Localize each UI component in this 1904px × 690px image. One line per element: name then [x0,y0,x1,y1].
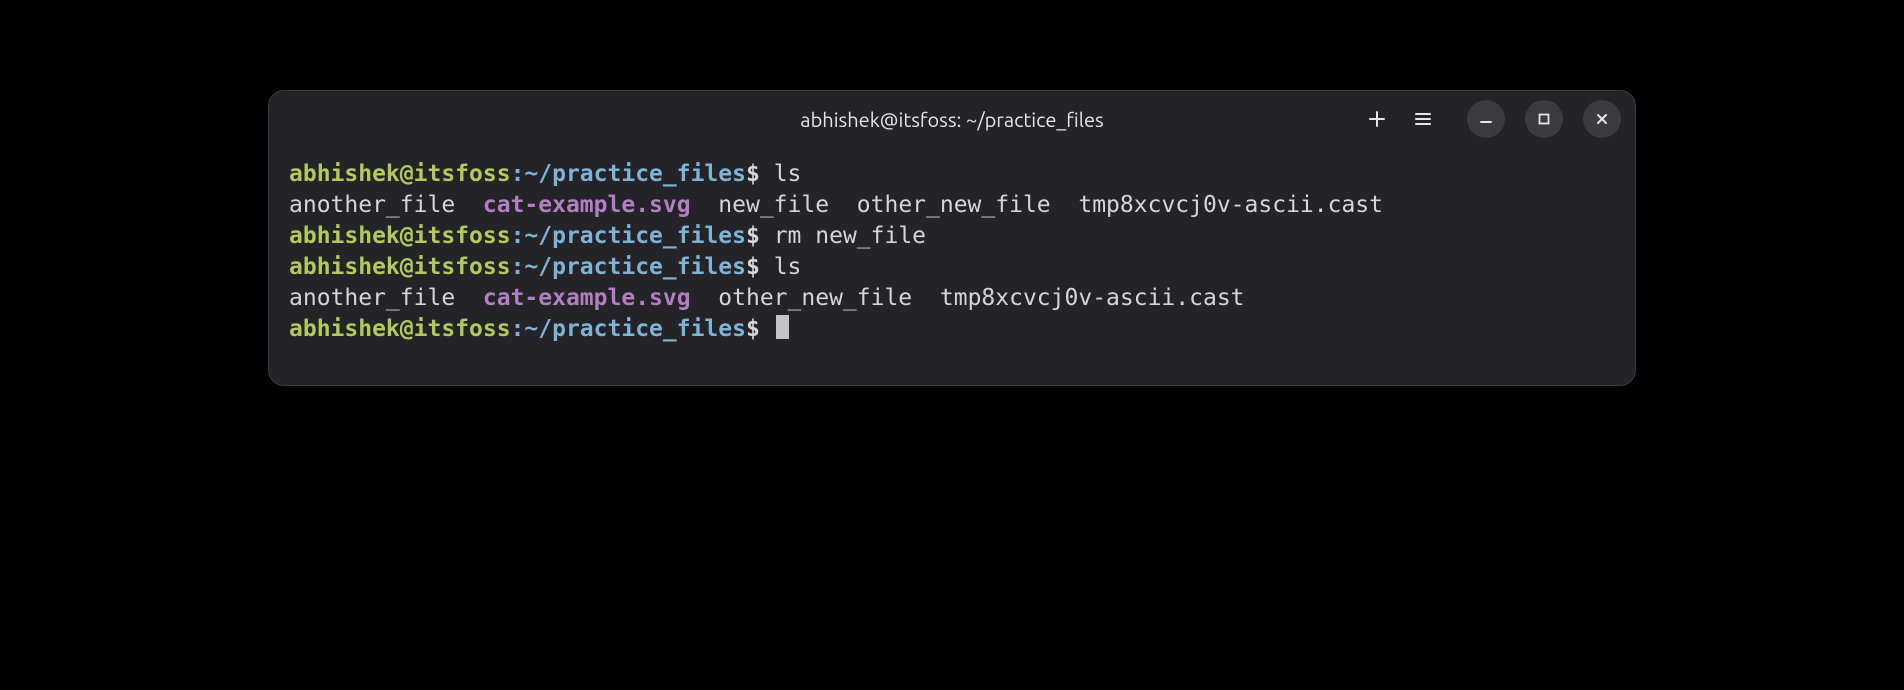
plus-icon [1367,109,1387,129]
maximize-icon [1536,111,1552,127]
output-line-1: another_file cat-example.svg new_file ot… [289,190,1615,221]
prompt-dollar: $ [746,223,760,249]
command-ls-2: ls [774,254,802,280]
file-item: another_file [289,285,455,311]
prompt-userhost: abhishek@itsfoss [289,254,511,280]
output-line-2: another_file cat-example.svg other_new_f… [289,283,1615,314]
file-item: other_new_file [718,285,912,311]
minimize-icon [1478,111,1494,127]
file-item: tmp8xcvcj0v-ascii.cast [940,285,1245,311]
file-item: other_new_file [857,192,1051,218]
prompt-sep: : [511,223,525,249]
prompt-path: ~/practice_files [524,254,746,280]
prompt-line-3: abhishek@itsfoss:~/practice_files$ ls [289,252,1615,283]
cursor [776,315,789,339]
new-tab-button[interactable] [1367,109,1387,129]
prompt-path: ~/practice_files [524,316,746,342]
prompt-userhost: abhishek@itsfoss [289,316,511,342]
terminal-window: abhishek@itsfoss: ~/practice_files [268,90,1636,386]
command-ls-1: ls [774,161,802,187]
prompt-line-2: abhishek@itsfoss:~/practice_files$ rm ne… [289,221,1615,252]
prompt-dollar: $ [746,316,760,342]
command-rm: rm new_file [774,223,926,249]
window-title: abhishek@itsfoss: ~/practice_files [800,108,1103,131]
close-button[interactable] [1583,100,1621,138]
prompt-path: ~/practice_files [524,161,746,187]
menu-button[interactable] [1413,109,1433,129]
file-item: tmp8xcvcj0v-ascii.cast [1078,192,1383,218]
maximize-button[interactable] [1525,100,1563,138]
titlebar-controls [1367,100,1621,138]
prompt-userhost: abhishek@itsfoss [289,161,511,187]
titlebar-left-icons [1367,109,1433,129]
prompt-line-4: abhishek@itsfoss:~/practice_files$ [289,314,1615,345]
prompt-sep: : [511,316,525,342]
file-item: cat-example.svg [483,285,691,311]
prompt-sep: : [511,161,525,187]
prompt-dollar: $ [746,254,760,280]
prompt-sep: : [511,254,525,280]
hamburger-icon [1413,109,1433,129]
prompt-path: ~/practice_files [524,223,746,249]
file-item: another_file [289,192,455,218]
prompt-userhost: abhishek@itsfoss [289,223,511,249]
close-icon [1594,111,1610,127]
titlebar[interactable]: abhishek@itsfoss: ~/practice_files [269,91,1635,147]
prompt-line-1: abhishek@itsfoss:~/practice_files$ ls [289,159,1615,190]
minimize-button[interactable] [1467,100,1505,138]
file-item: cat-example.svg [483,192,691,218]
terminal-body[interactable]: abhishek@itsfoss:~/practice_files$ lsano… [269,147,1635,385]
file-item: new_file [718,192,829,218]
prompt-dollar: $ [746,161,760,187]
